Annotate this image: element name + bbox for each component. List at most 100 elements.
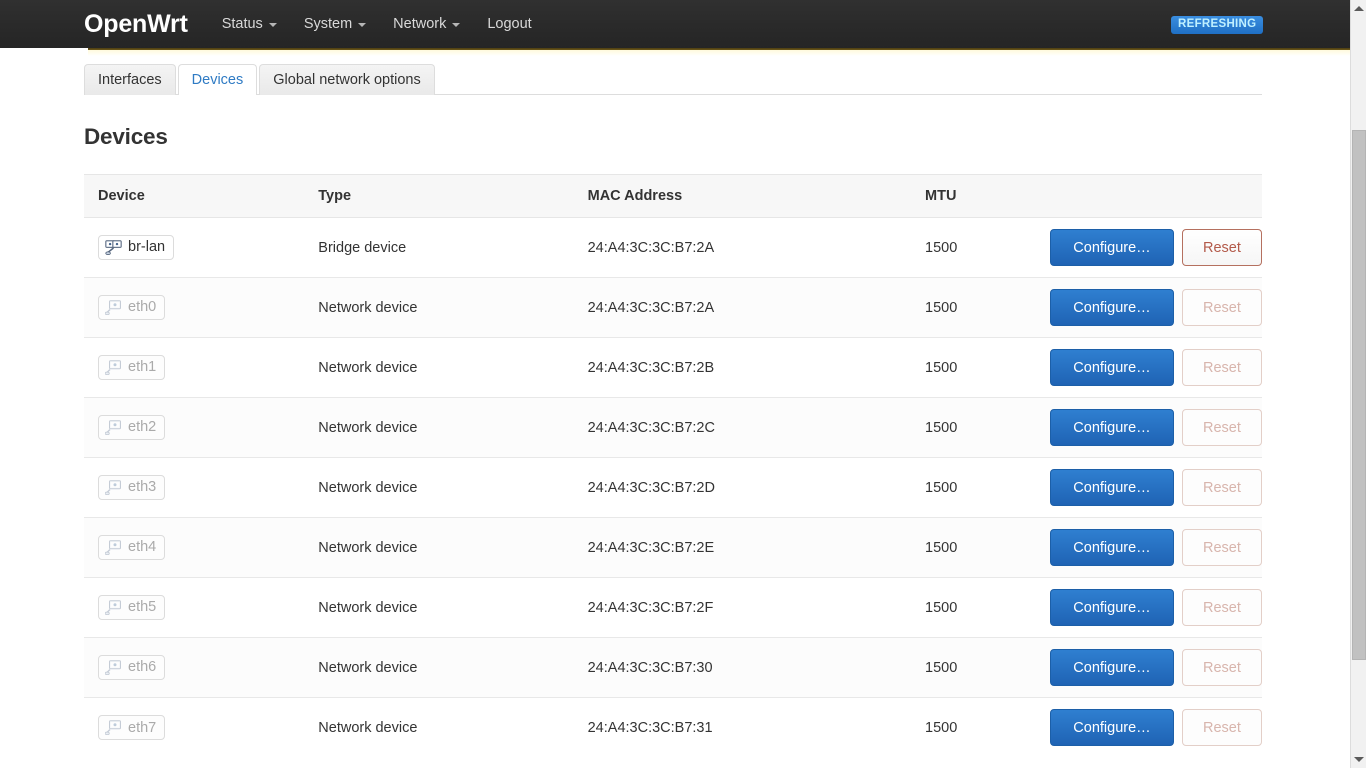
header-accent-line: [88, 48, 1350, 50]
configure-button[interactable]: Configure…: [1049, 589, 1174, 626]
configure-button[interactable]: Configure…: [1049, 349, 1174, 386]
top-navigation-bar: OpenWrt Status System Network Logout REFRES…: [0, 0, 1350, 48]
cell-actions: Configure… Reset: [1035, 217, 1262, 278]
reset-button: Reset: [1181, 529, 1262, 566]
configure-button[interactable]: Configure…: [1049, 649, 1174, 686]
reset-button: Reset: [1181, 709, 1262, 747]
configure-button[interactable]: Configure…: [1049, 289, 1174, 326]
device-name: eth6: [128, 659, 157, 676]
configure-button[interactable]: Configure…: [1049, 529, 1174, 566]
cell-mac-address: 24:A4:3C:3C:B7:2B: [573, 337, 912, 398]
cell-device: eth6: [84, 637, 305, 698]
table-body: br-lan Bridge device 24:A4:3C:3C:B7:2A 1500…: [84, 217, 1262, 758]
configure-button[interactable]: Configure…: [1049, 709, 1174, 747]
cell-mtu: 1500: [911, 577, 1036, 638]
table-header: Device Type MAC Address MTU: [84, 174, 1262, 218]
scrollbar-thumb[interactable]: [1352, 130, 1366, 660]
page-title: Devices: [84, 124, 168, 149]
device-badge[interactable]: eth7: [98, 715, 166, 741]
chevron-down-icon: [358, 23, 367, 27]
cell-type: Network device: [304, 457, 574, 518]
device-name: eth7: [128, 719, 157, 736]
device-badge[interactable]: eth4: [98, 535, 166, 560]
device-name: eth5: [128, 599, 157, 616]
tab-label: Devices: [191, 72, 244, 88]
table-row: eth7 Network device 24:A4:3C:3C:B7:31 1500 C…: [84, 697, 1262, 758]
table-row: br-lan Bridge device 24:A4:3C:3C:B7:2A 1500…: [84, 217, 1262, 278]
column-header-type: Type: [304, 174, 574, 218]
nav-item-status[interactable]: Status: [222, 16, 277, 32]
cell-device: eth0: [84, 277, 305, 338]
reset-button[interactable]: Reset: [1181, 229, 1262, 266]
cell-actions: Configure… Reset: [1035, 637, 1262, 698]
table-row: eth1 Network device 24:A4:3C:3C:B7:2B 1500 C…: [84, 337, 1262, 398]
cell-actions: Configure… Reset: [1035, 457, 1262, 518]
nav-item-system[interactable]: System: [303, 16, 367, 32]
devices-table: Device Type MAC Address MTU br-lan Bridge…: [84, 174, 1262, 758]
cell-type: Network device: [304, 517, 574, 578]
main-menu: Status System Network Logout: [188, 16, 532, 32]
configure-button[interactable]: Configure…: [1049, 409, 1174, 446]
openwrt-logo[interactable]: OpenWrt: [84, 10, 188, 39]
table-row: eth5 Network device 24:A4:3C:3C:B7:2F 1500 C…: [84, 577, 1262, 638]
reset-button: Reset: [1181, 469, 1262, 506]
configure-button[interactable]: Configure…: [1049, 229, 1174, 266]
ethernet-icon: [105, 720, 122, 736]
cell-type: Network device: [304, 337, 574, 398]
status-badge[interactable]: REFRESHING: [1171, 16, 1264, 34]
main-content: Devices Device Type MAC Address MTU br-l…: [84, 108, 1264, 758]
cell-mac-address: 24:A4:3C:3C:B7:2F: [573, 577, 912, 638]
ethernet-icon: [105, 660, 122, 675]
device-name: eth4: [128, 539, 157, 556]
cell-mac-address: 24:A4:3C:3C:B7:2D: [573, 457, 912, 518]
device-badge[interactable]: eth0: [98, 295, 166, 320]
table-row: eth6 Network device 24:A4:3C:3C:B7:30 1500 C…: [84, 637, 1262, 698]
scroll-up-arrow-icon[interactable]: [1351, 0, 1366, 17]
cell-type: Network device: [304, 277, 574, 338]
nav-item-network[interactable]: Network: [393, 16, 461, 32]
cell-actions: Configure… Reset: [1035, 517, 1262, 578]
cell-device: eth1: [84, 337, 305, 398]
device-name: eth1: [128, 359, 157, 376]
table-row: eth3 Network device 24:A4:3C:3C:B7:2D 1500 C…: [84, 457, 1262, 518]
cell-mac-address: 24:A4:3C:3C:B7:2A: [573, 217, 912, 278]
column-header-device: Device: [84, 174, 305, 218]
device-name: eth0: [128, 299, 157, 316]
cell-type: Bridge device: [304, 217, 574, 278]
ethernet-icon: [105, 360, 122, 375]
tab-interfaces[interactable]: Interfaces: [84, 64, 176, 95]
cell-mtu: 1500: [911, 337, 1036, 398]
cell-actions: Configure… Reset: [1035, 277, 1262, 338]
configure-button[interactable]: Configure…: [1049, 469, 1174, 506]
scrollbar-track-top[interactable]: [1351, 17, 1366, 130]
tab-global-network-options[interactable]: Global network options: [259, 64, 435, 95]
ethernet-icon: [105, 480, 122, 495]
nav-item-label: System: [303, 16, 353, 32]
device-badge[interactable]: eth2: [98, 415, 166, 440]
cell-mac-address: 24:A4:3C:3C:B7:2E: [573, 517, 912, 578]
cell-mtu: 1500: [911, 457, 1036, 518]
column-header-actions: [1035, 174, 1262, 218]
device-badge[interactable]: eth3: [98, 475, 166, 500]
reset-button: Reset: [1181, 649, 1262, 686]
device-badge[interactable]: eth6: [98, 655, 166, 680]
nav-item-logout[interactable]: Logout: [487, 16, 531, 32]
tab-devices[interactable]: Devices: [177, 64, 258, 95]
reset-button: Reset: [1181, 349, 1262, 386]
cell-actions: Configure… Reset: [1035, 697, 1262, 758]
cell-mtu: 1500: [911, 397, 1036, 458]
cell-mac-address: 24:A4:3C:3C:B7:2A: [573, 277, 912, 338]
nav-item-label: Status: [221, 16, 263, 32]
cell-mac-address: 24:A4:3C:3C:B7:30: [573, 637, 912, 698]
device-badge[interactable]: eth1: [98, 355, 166, 380]
ethernet-icon: [105, 300, 122, 315]
reset-button: Reset: [1181, 589, 1262, 626]
cell-mtu: 1500: [911, 637, 1036, 698]
scroll-down-arrow-icon[interactable]: [1351, 751, 1366, 768]
device-badge[interactable]: eth5: [98, 595, 166, 620]
ethernet-icon: [105, 540, 122, 555]
vertical-scrollbar[interactable]: [1350, 0, 1366, 768]
device-name: br-lan: [128, 239, 166, 256]
nav-item-label: Logout: [487, 16, 532, 32]
device-badge[interactable]: br-lan: [98, 235, 175, 260]
